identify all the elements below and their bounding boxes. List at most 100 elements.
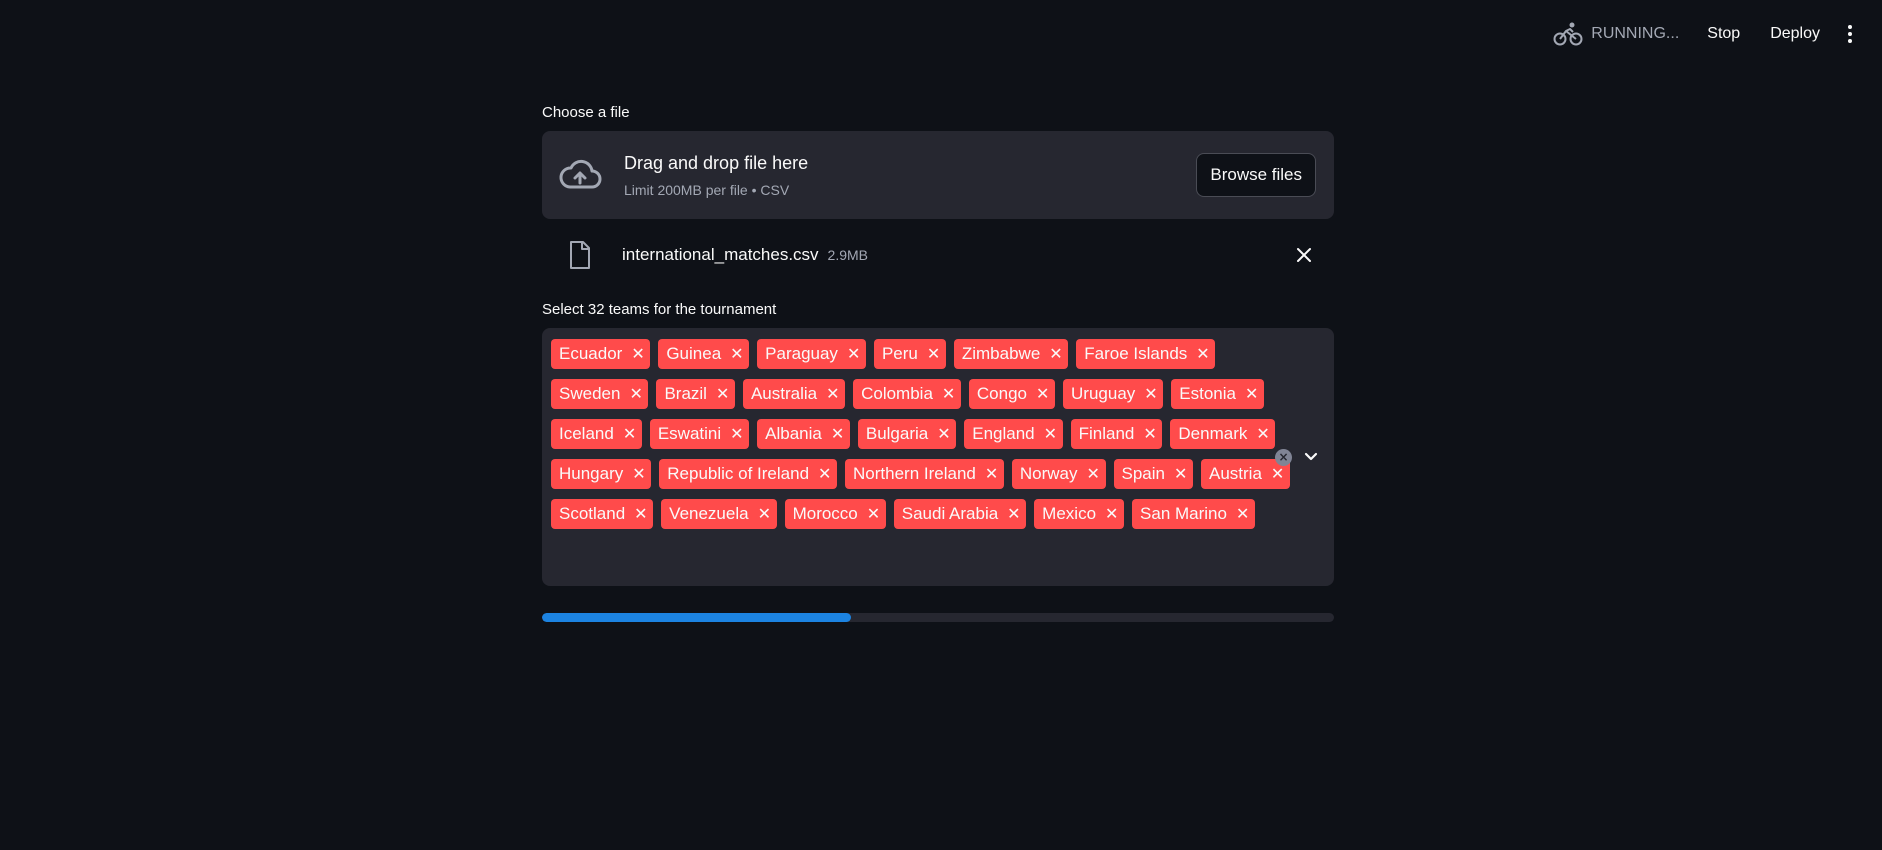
team-tag-label: Guinea bbox=[666, 344, 722, 363]
dropzone-subtitle: Limit 200MB per file • CSV bbox=[624, 181, 790, 198]
team-tag-label: Uruguay bbox=[1071, 384, 1136, 403]
team-tag: Hungary ✕ bbox=[551, 459, 652, 489]
remove-tag-icon[interactable]: ✕ bbox=[985, 466, 998, 482]
remove-tag-icon[interactable]: ✕ bbox=[1245, 386, 1258, 402]
uploader-label: Choose a file bbox=[542, 104, 630, 121]
team-tag-label: Eswatini bbox=[657, 424, 722, 443]
close-icon bbox=[1297, 248, 1311, 262]
remove-tag-icon[interactable]: ✕ bbox=[1256, 426, 1269, 442]
team-tag: Albania ✕ bbox=[757, 419, 850, 449]
team-tag-label: Australia bbox=[750, 384, 818, 403]
team-tag-label: Scotland bbox=[559, 504, 626, 523]
team-tag: Guinea ✕ bbox=[658, 339, 750, 369]
remove-tag-icon[interactable]: ✕ bbox=[632, 466, 645, 482]
team-tag: Zimbabwe ✕ bbox=[953, 339, 1069, 369]
remove-tag-icon[interactable]: ✕ bbox=[629, 386, 642, 402]
remove-tag-icon[interactable]: ✕ bbox=[634, 506, 647, 522]
remove-tag-icon[interactable]: ✕ bbox=[1044, 426, 1057, 442]
team-tag: Colombia ✕ bbox=[853, 379, 961, 409]
remove-tag-icon[interactable]: ✕ bbox=[1036, 386, 1049, 402]
multiselect-controls: × bbox=[1275, 448, 1320, 466]
team-tag: Saudi Arabia ✕ bbox=[893, 499, 1027, 529]
remove-tag-icon[interactable]: ✕ bbox=[1236, 506, 1249, 522]
cloud-upload-icon bbox=[559, 159, 602, 189]
team-tag: San Marino ✕ bbox=[1132, 499, 1255, 529]
team-tag-label: Mexico bbox=[1042, 504, 1097, 523]
remove-tag-icon[interactable]: ✕ bbox=[927, 346, 940, 362]
remove-tag-icon[interactable]: ✕ bbox=[1007, 506, 1020, 522]
team-tag: Iceland ✕ bbox=[551, 419, 642, 449]
more-vert-icon[interactable] bbox=[1840, 20, 1860, 48]
dropzone-text: Drag and drop file here Limit 200MB per … bbox=[624, 153, 1196, 198]
team-tag: Australia ✕ bbox=[742, 379, 846, 409]
team-tag-label: San Marino bbox=[1140, 504, 1227, 523]
team-tag: Uruguay ✕ bbox=[1063, 379, 1164, 409]
remove-tag-icon[interactable]: ✕ bbox=[831, 426, 844, 442]
team-tag-label: Hungary bbox=[559, 464, 624, 483]
team-tag: Denmark ✕ bbox=[1170, 419, 1276, 449]
remove-tag-icon[interactable]: ✕ bbox=[1196, 346, 1209, 362]
chevron-down-icon[interactable] bbox=[1302, 448, 1320, 466]
remove-tag-icon[interactable]: ✕ bbox=[1049, 346, 1062, 362]
team-tag-label: Saudi Arabia bbox=[901, 504, 999, 523]
team-tag: Peru ✕ bbox=[873, 339, 946, 369]
team-tag-label: Republic of Ireland bbox=[667, 464, 810, 483]
app-toolbar: RUNNING... Stop Deploy bbox=[1553, 20, 1860, 48]
remove-tag-icon[interactable]: ✕ bbox=[867, 506, 880, 522]
uploaded-file: international_matches.csv 2.9MB bbox=[542, 219, 1334, 291]
team-tag-label: Zimbabwe bbox=[961, 344, 1041, 363]
remove-tag-icon[interactable]: ✕ bbox=[631, 346, 644, 362]
remove-tag-icon[interactable]: ✕ bbox=[826, 386, 839, 402]
progress-fill bbox=[542, 613, 851, 622]
team-tag: Sweden ✕ bbox=[551, 379, 649, 409]
team-tag-label: Iceland bbox=[559, 424, 614, 443]
remove-tag-icon[interactable]: ✕ bbox=[818, 466, 831, 482]
status-text: RUNNING... bbox=[1591, 25, 1680, 42]
remove-tag-icon[interactable]: ✕ bbox=[1271, 466, 1284, 482]
remove-tag-icon[interactable]: ✕ bbox=[1174, 466, 1187, 482]
team-tag-label: Finland bbox=[1078, 424, 1135, 443]
file-size: 2.9MB bbox=[827, 247, 869, 263]
team-tag: Finland ✕ bbox=[1070, 419, 1163, 449]
team-tag-label: Venezuela bbox=[669, 504, 749, 523]
team-tag-label: Faroe Islands bbox=[1084, 344, 1188, 363]
selected-tags: Ecuador ✕ Guinea ✕ Paraguay ✕ Peru ✕ Zimbabwe ✕ Fa… bbox=[551, 335, 1334, 579]
team-tag: Republic of Ireland ✕ bbox=[659, 459, 838, 489]
team-tag: Spain ✕ bbox=[1113, 459, 1193, 489]
team-tag-label: Colombia bbox=[861, 384, 933, 403]
remove-tag-icon[interactable]: ✕ bbox=[716, 386, 729, 402]
team-tag-label: England bbox=[972, 424, 1035, 443]
remove-tag-icon[interactable]: ✕ bbox=[730, 346, 743, 362]
remove-tag-icon[interactable]: ✕ bbox=[942, 386, 955, 402]
browse-files-button[interactable]: Browse files bbox=[1196, 153, 1316, 197]
team-tag-label: Northern Ireland bbox=[853, 464, 976, 483]
remove-tag-icon[interactable]: ✕ bbox=[1105, 506, 1118, 522]
team-tag: Eswatini ✕ bbox=[649, 419, 750, 449]
deploy-button[interactable]: Deploy bbox=[1762, 21, 1828, 47]
remove-tag-icon[interactable]: ✕ bbox=[758, 506, 771, 522]
remove-tag-icon[interactable]: ✕ bbox=[847, 346, 860, 362]
team-tag: Venezuela ✕ bbox=[661, 499, 777, 529]
remove-tag-icon[interactable]: ✕ bbox=[937, 426, 950, 442]
team-tag: Paraguay ✕ bbox=[757, 339, 866, 369]
teams-multiselect[interactable]: Ecuador ✕ Guinea ✕ Paraguay ✕ Peru ✕ Zimbabwe ✕ Fa… bbox=[542, 328, 1334, 586]
stop-button[interactable]: Stop bbox=[1699, 21, 1748, 47]
running-status: RUNNING... bbox=[1553, 21, 1679, 47]
remove-tag-icon[interactable]: ✕ bbox=[730, 426, 743, 442]
remove-tag-icon[interactable]: ✕ bbox=[1087, 466, 1100, 482]
team-tag: Bulgaria ✕ bbox=[857, 419, 957, 449]
team-tag-label: Norway bbox=[1019, 464, 1078, 483]
file-icon bbox=[570, 241, 590, 269]
remove-file-button[interactable] bbox=[1292, 243, 1316, 267]
team-tag: Brazil ✕ bbox=[656, 379, 735, 409]
clear-all-icon[interactable]: × bbox=[1275, 448, 1292, 466]
remove-tag-icon[interactable]: ✕ bbox=[1144, 386, 1157, 402]
team-tag-label: Brazil bbox=[664, 384, 707, 403]
remove-tag-icon[interactable]: ✕ bbox=[623, 426, 636, 442]
remove-tag-icon[interactable]: ✕ bbox=[1143, 426, 1156, 442]
file-dropzone[interactable]: Drag and drop file here Limit 200MB per … bbox=[542, 131, 1334, 219]
file-name: international_matches.csv bbox=[622, 245, 819, 264]
team-tag-label: Ecuador bbox=[559, 344, 623, 363]
team-tag-label: Albania bbox=[765, 424, 822, 443]
team-tag-label: Estonia bbox=[1179, 384, 1236, 403]
